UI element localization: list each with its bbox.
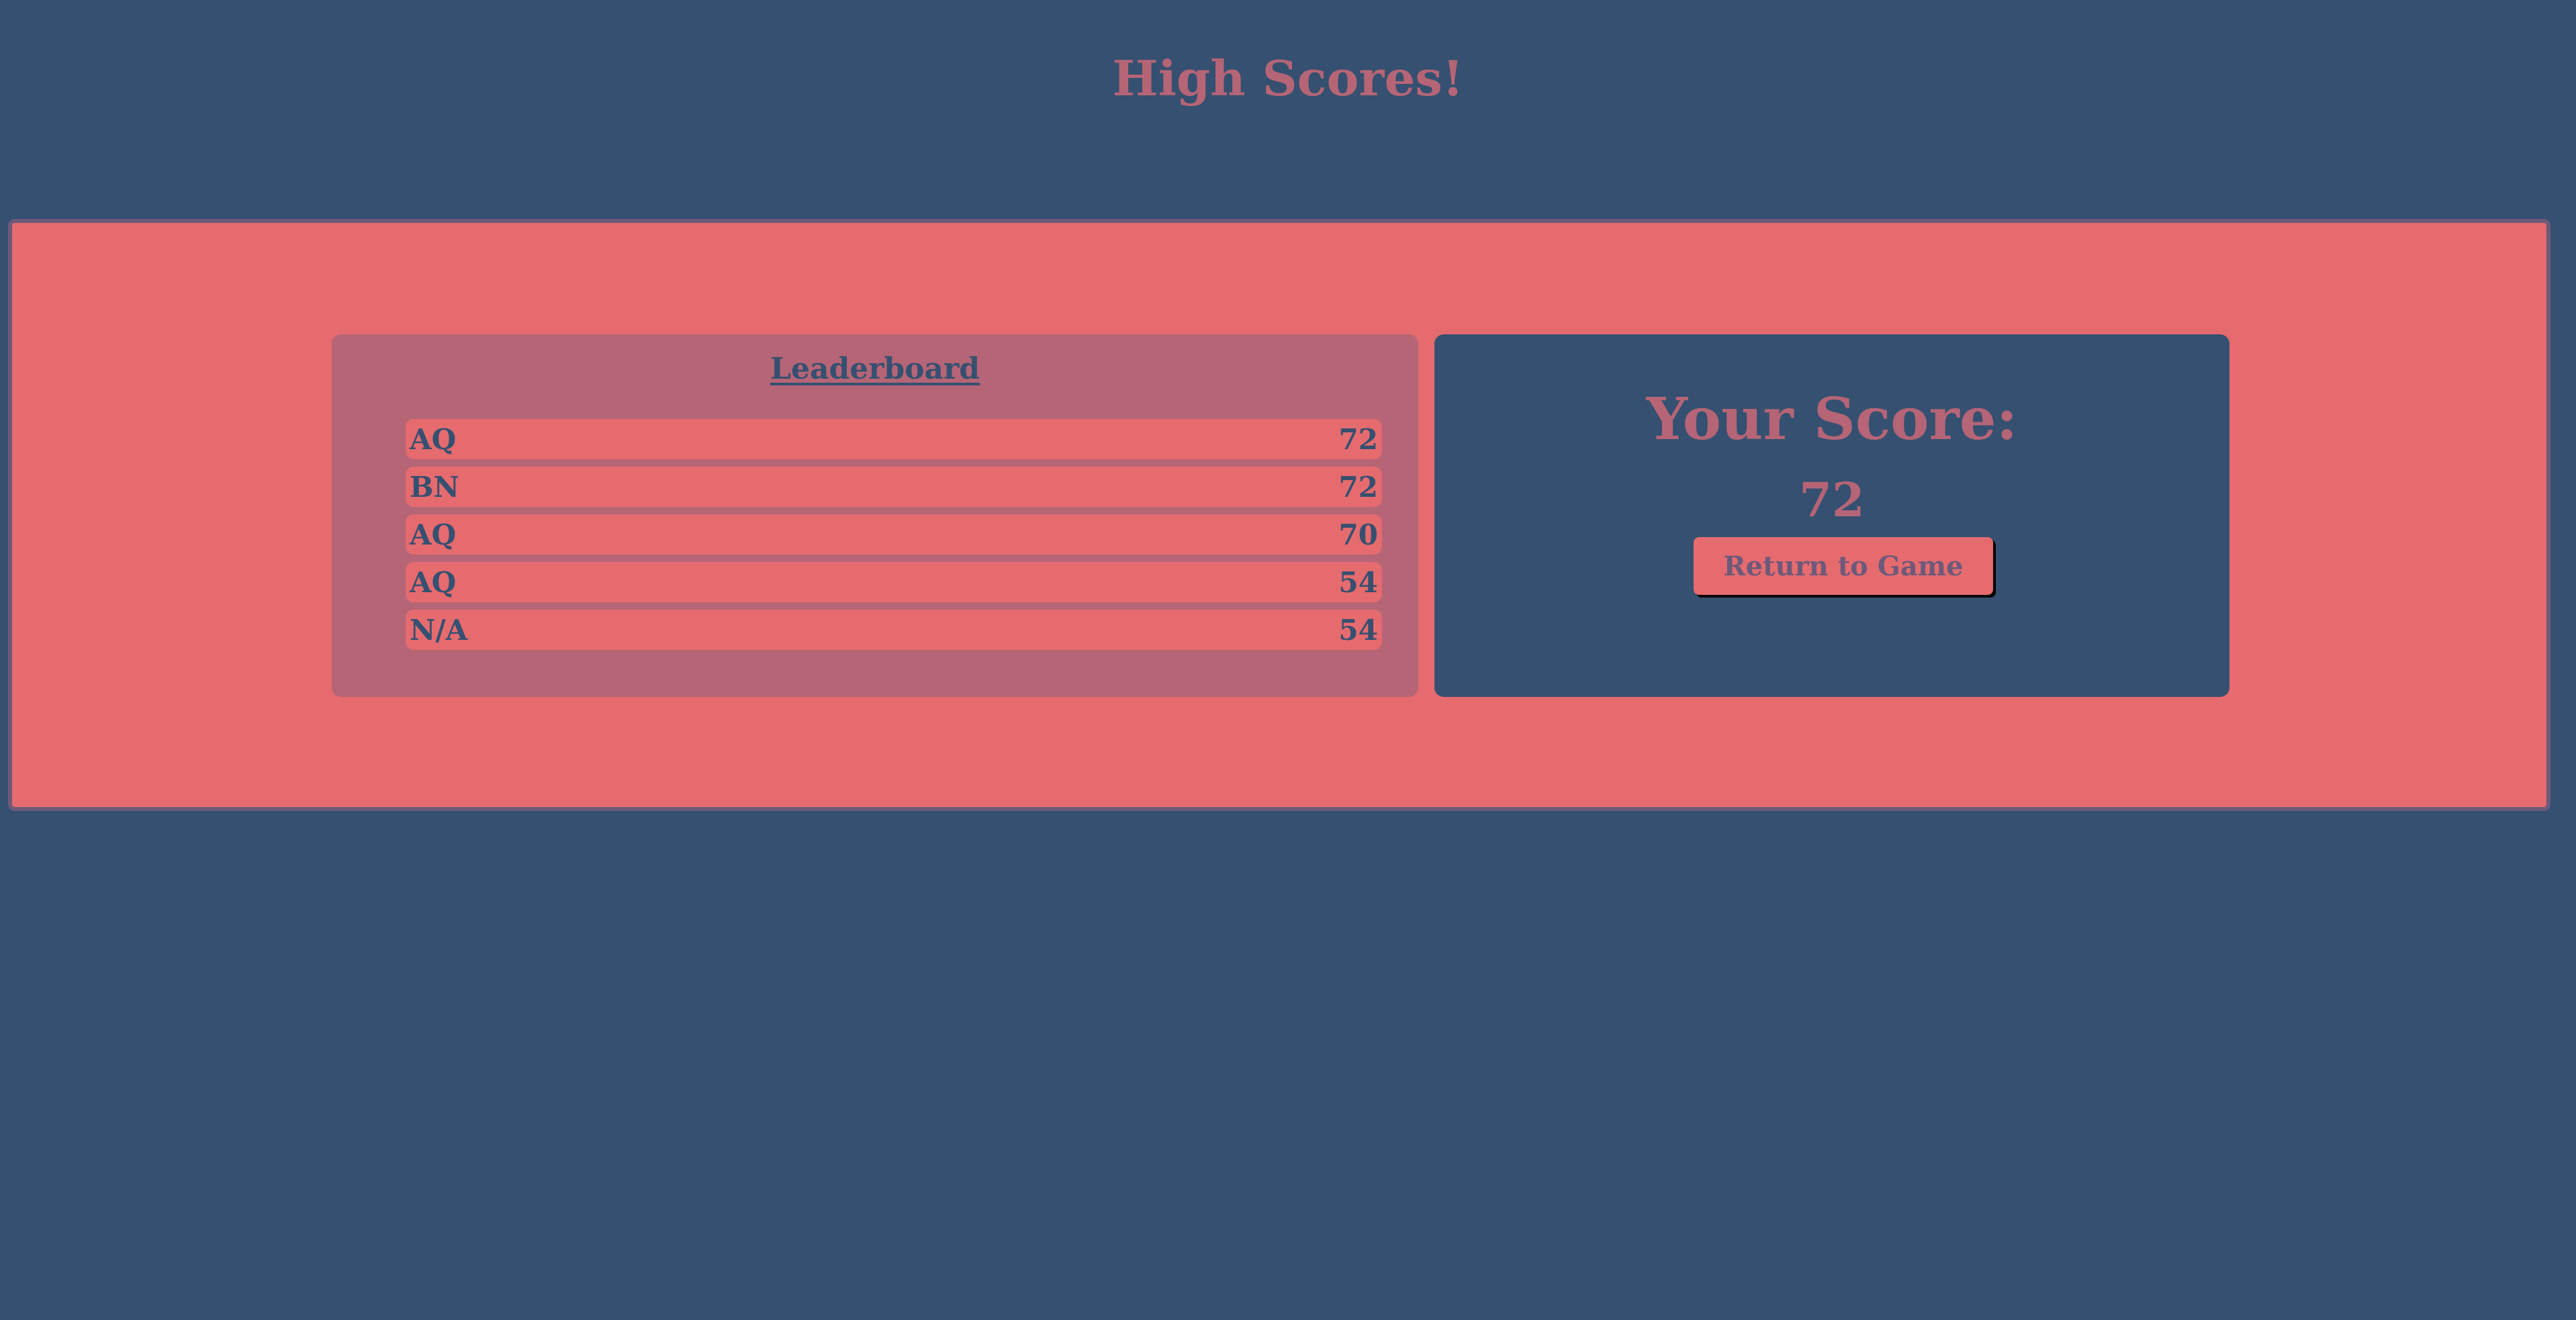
return-to-game-button[interactable]: Return to Game (1694, 537, 1993, 595)
player-score: 72 (1338, 470, 1378, 504)
leaderboard-panel: Leaderboard AQ 72 BN 72 AQ 70 AQ 54 N/A … (332, 334, 1418, 697)
leaderboard-entry: BN 72 (406, 467, 1382, 507)
your-score-label: Your Score: (1646, 385, 2018, 453)
leaderboard-title: Leaderboard (770, 352, 980, 386)
player-score: 70 (1338, 518, 1378, 551)
player-name: AQ (410, 518, 457, 551)
player-score: 54 (1338, 613, 1378, 647)
player-name: BN (410, 470, 459, 504)
player-name: AQ (410, 565, 457, 599)
page-title: High Scores! (1112, 50, 1464, 107)
leaderboard-entry: AQ 54 (406, 562, 1382, 602)
your-score-panel: Your Score: 72 Return to Game (1434, 334, 2229, 697)
player-name: AQ (410, 422, 457, 456)
player-score: 72 (1338, 422, 1378, 456)
main-panel: Leaderboard AQ 72 BN 72 AQ 70 AQ 54 N/A … (8, 219, 2550, 811)
leaderboard-entry: AQ 70 (406, 514, 1382, 555)
leaderboard-entry: AQ 72 (406, 419, 1382, 459)
your-score-value: 72 (1799, 472, 1865, 528)
player-score: 54 (1338, 565, 1378, 599)
leaderboard-entry: N/A 54 (406, 610, 1382, 650)
leaderboard-list: AQ 72 BN 72 AQ 70 AQ 54 N/A 54 (406, 419, 1382, 657)
player-name: N/A (410, 613, 468, 647)
